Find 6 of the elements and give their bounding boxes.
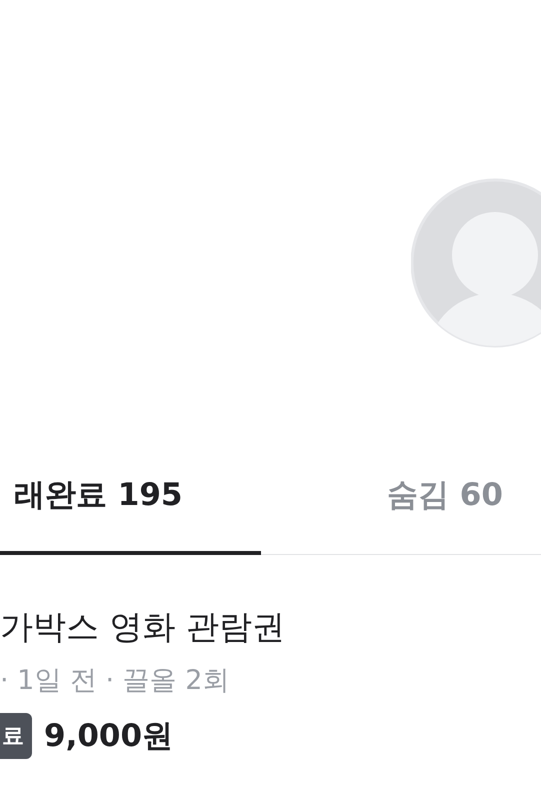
item-price: 9,000원 [44,717,174,756]
tab[interactable]: 래완료 195 [0,462,261,555]
item-title: 가박스 영화 관람권 [0,606,286,648]
item-meta: · 1일 전 · 끌올 2회 [0,664,230,698]
status-badge: 료 [0,713,32,759]
avatar-icon [411,178,541,348]
